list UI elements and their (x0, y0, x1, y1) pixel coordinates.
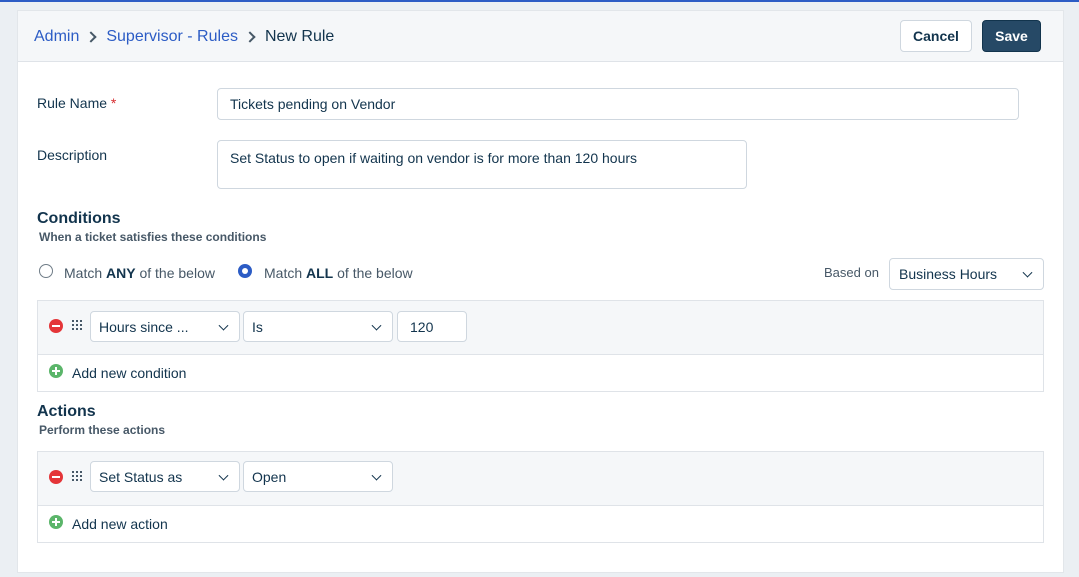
chevron-down-icon (218, 320, 229, 331)
actions-block: Set Status as Open Add new action (37, 451, 1044, 543)
match-all-post: of the below (333, 265, 413, 281)
conditions-subtitle: When a ticket satisfies these conditions (39, 230, 267, 244)
match-all-bold: ALL (306, 265, 334, 281)
based-on-label: Based on (824, 265, 879, 280)
page-header: Admin Supervisor - Rules New Rule Cancel… (18, 11, 1063, 62)
actions-subtitle: Perform these actions (39, 423, 166, 437)
required-mark: * (110, 95, 117, 111)
action-type-select[interactable]: Set Status as (90, 461, 240, 492)
drag-handle-icon[interactable] (72, 320, 82, 330)
match-any-pre: Match (64, 265, 107, 281)
chevron-down-icon (371, 470, 382, 481)
actions-title: Actions (37, 403, 96, 420)
chevron-down-icon (218, 470, 229, 481)
match-any-bold: ANY (106, 265, 136, 281)
chevron-right-icon (85, 31, 98, 43)
page-title: New Rule (264, 28, 335, 45)
cancel-button[interactable]: Cancel (900, 20, 972, 52)
rule-name-input[interactable]: Tickets pending on Vendor (217, 88, 1019, 120)
match-all-pre: Match (264, 265, 307, 281)
match-all-radio[interactable] (238, 264, 252, 278)
save-button[interactable]: Save (982, 20, 1041, 52)
condition-operator-value: Is (252, 318, 263, 335)
chevron-down-icon (1022, 267, 1033, 278)
action-value: Open (252, 468, 287, 485)
breadcrumb: Admin Supervisor - Rules New Rule (34, 28, 334, 46)
rule-name-label: Rule Name * (37, 95, 116, 111)
top-accent-line (0, 0, 1079, 2)
remove-condition-icon[interactable] (49, 319, 63, 333)
conditions-block: Hours since ... Is 120 Add new condition (37, 300, 1044, 392)
action-value-select[interactable]: Open (243, 461, 393, 492)
drag-handle-icon[interactable] (72, 471, 82, 481)
description-label: Description (37, 147, 108, 163)
condition-field-value: Hours since ... (99, 318, 189, 335)
add-condition-icon[interactable] (49, 364, 63, 378)
add-action-link[interactable]: Add new action (72, 516, 168, 532)
chevron-right-icon (244, 31, 256, 43)
rule-editor-card: Admin Supervisor - Rules New Rule Cancel… (17, 10, 1064, 573)
condition-row: Hours since ... Is 120 (38, 301, 1043, 355)
remove-action-icon[interactable] (49, 470, 63, 484)
match-any-post: of the below (135, 265, 215, 281)
breadcrumb-supervisor-rules[interactable]: Supervisor - Rules (106, 28, 238, 46)
rule-name-label-text: Rule Name (37, 95, 108, 111)
match-any-radio[interactable] (39, 264, 53, 278)
description-textarea[interactable]: Set Status to open if waiting on vendor … (217, 140, 747, 189)
chevron-down-icon (371, 320, 382, 331)
based-on-select[interactable]: Business Hours (889, 258, 1044, 290)
action-row: Set Status as Open (38, 452, 1043, 506)
match-any-label[interactable]: Match ANY of the below (64, 265, 215, 281)
based-on-value: Business Hours (899, 266, 998, 282)
condition-operator-select[interactable]: Is (243, 311, 393, 342)
action-type-value: Set Status as (99, 468, 183, 485)
breadcrumb-admin[interactable]: Admin (34, 28, 79, 46)
match-all-label[interactable]: Match ALL of the below (264, 265, 413, 281)
conditions-title: Conditions (37, 210, 121, 227)
condition-value-input[interactable]: 120 (397, 311, 467, 342)
add-action-icon[interactable] (49, 515, 63, 529)
condition-field-select[interactable]: Hours since ... (90, 311, 240, 342)
add-condition-link[interactable]: Add new condition (72, 365, 186, 381)
